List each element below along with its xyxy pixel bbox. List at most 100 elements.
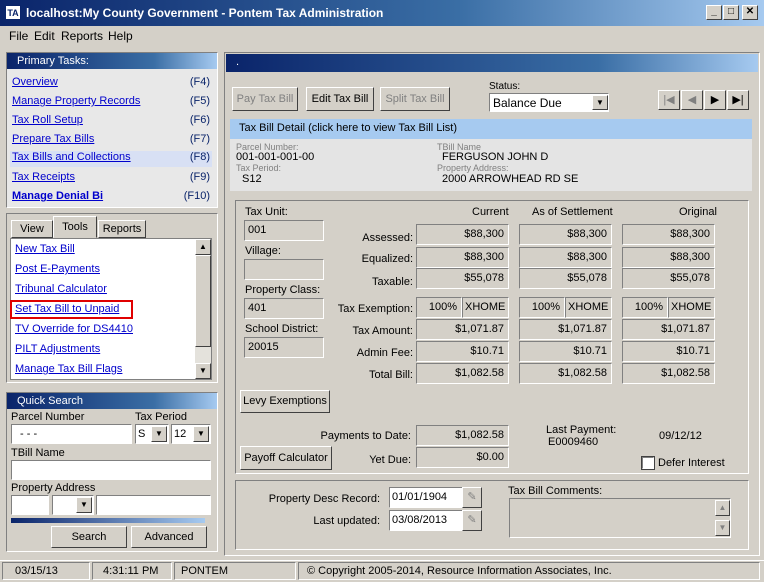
task-prepare-tax-bills[interactable]: Prepare Tax Bills (F7) [12, 133, 210, 149]
village-field [244, 259, 324, 280]
school-district-label: School District: [245, 323, 319, 335]
status-time: 4:31:11 PM [92, 562, 172, 580]
tab-view[interactable]: View [11, 220, 53, 238]
col-header-current: Current [472, 206, 509, 218]
tax-bill-comments-label: Tax Bill Comments: [508, 485, 603, 497]
tax-unit-label: Tax Unit: [245, 206, 288, 218]
payments-to-date-value: $1,082.58 [416, 425, 509, 446]
scroll-down-icon[interactable]: ▼ [195, 363, 211, 379]
first-record-icon[interactable]: |◀ [658, 90, 680, 110]
status-select[interactable]: Balance Due [489, 93, 609, 112]
tool-new-tax-bill[interactable]: New Tax Bill [15, 243, 195, 259]
scroll-down-icon[interactable]: ▼ [715, 520, 730, 536]
property-class-field: 401 [244, 298, 324, 319]
split-tax-bill-button[interactable]: Split Tax Bill [380, 87, 450, 111]
tbill-name-value: FERGUSON JOHN D [442, 151, 549, 163]
col-header-settlement: As of Settlement [532, 206, 613, 218]
next-record-icon[interactable]: ▶ [704, 90, 726, 110]
parcel-number-label: Parcel Number [11, 411, 85, 423]
street-name-input[interactable] [96, 495, 211, 515]
levy-exemptions-button[interactable]: Levy Exemptions [240, 390, 330, 413]
address-number-input[interactable] [11, 495, 49, 515]
advanced-button[interactable]: Advanced [131, 526, 207, 548]
minimize-icon[interactable]: _ [706, 5, 722, 20]
yet-due-value: $0.00 [416, 447, 509, 468]
tool-tribunal-calculator[interactable]: Tribunal Calculator [15, 283, 195, 299]
task-manage-denial-bills[interactable]: Manage Denial Bi (F10) [12, 190, 210, 206]
assessed-current: $88,300 [416, 224, 509, 245]
tax-bill-detail-header[interactable]: Tax Bill Detail (click here to view Tax … [230, 119, 752, 139]
tbill-name-label: TBill Name [11, 447, 65, 459]
property-address-label: Property Address [11, 482, 96, 494]
progress-bar [11, 518, 205, 523]
edit-note-icon[interactable]: ✎ [462, 510, 482, 531]
yet-due-label: Yet Due: [369, 454, 411, 466]
task-tax-receipts[interactable]: Tax Receipts (F9) [12, 171, 210, 187]
property-address-caption: Property Address: [437, 163, 509, 173]
chevron-down-icon[interactable]: ▼ [76, 497, 92, 513]
tbill-name-input[interactable] [11, 460, 211, 480]
tool-manage-tax-bill-flags[interactable]: Manage Tax Bill Flags [15, 363, 195, 379]
property-class-label: Property Class: [245, 284, 321, 296]
menu-reports[interactable]: Reports [61, 29, 103, 43]
pay-tax-bill-button[interactable]: Pay Tax Bill [232, 87, 298, 111]
tab-reports[interactable]: Reports [98, 220, 146, 238]
property-desc-record-field[interactable]: 01/01/1904 [389, 487, 463, 508]
total-bill-original: $1,082.58 [622, 363, 715, 384]
last-payment-label: Last Payment: [546, 424, 617, 436]
payoff-calculator-button[interactable]: Payoff Calculator [240, 446, 332, 470]
school-district-field: 20015 [244, 337, 324, 358]
chevron-down-icon[interactable]: ▼ [193, 426, 209, 442]
defer-interest-checkbox[interactable] [641, 456, 655, 470]
tools-scrollbar[interactable]: ▲ ▼ [195, 239, 211, 379]
equalized-label: Equalized: [361, 253, 413, 265]
last-payment-date: 09/12/12 [659, 430, 702, 442]
task-tax-roll-setup[interactable]: Tax Roll Setup (F6) [12, 114, 210, 130]
tax-unit-field: 001 [244, 220, 324, 241]
tool-pilt-adjustments[interactable]: PILT Adjustments [15, 343, 195, 359]
menu-bar: File Edit Reports Help [0, 26, 764, 46]
task-manage-property-records[interactable]: Manage Property Records (F5) [12, 95, 210, 111]
tax-bill-comments-field[interactable] [509, 498, 731, 538]
assessed-original: $88,300 [622, 224, 715, 245]
last-updated-field[interactable]: 03/08/2013 [389, 510, 463, 531]
app-logo-icon: TA [5, 5, 21, 20]
task-tax-bills-and-collections[interactable]: Tax Bills and Collections (F8) [10, 151, 212, 167]
defer-interest-label: Defer Interest [658, 457, 725, 469]
tab-tools[interactable]: Tools [53, 216, 97, 238]
edit-tax-bill-button[interactable]: Edit Tax Bill [306, 87, 374, 111]
exemption-code-original: XHOME [668, 297, 715, 318]
edit-note-icon[interactable]: ✎ [462, 487, 482, 508]
window-title-bar[interactable]: TA localhost:My County Government - Pont… [0, 0, 764, 26]
tax-period-label: Tax Period [135, 411, 187, 423]
tool-set-tax-bill-to-unpaid[interactable]: Set Tax Bill to Unpaid [15, 303, 195, 319]
tax-amount-current: $1,071.87 [416, 319, 509, 340]
menu-help[interactable]: Help [108, 29, 133, 43]
chevron-down-icon[interactable]: ▼ [592, 95, 608, 110]
admin-fee-label: Admin Fee: [356, 347, 413, 359]
maximize-icon[interactable]: □ [723, 5, 739, 20]
window-title: localhost:My County Government - Pontem … [26, 6, 384, 20]
taxable-current: $55,078 [416, 268, 509, 289]
total-bill-label: Total Bill: [368, 369, 413, 381]
equalized-settlement: $88,300 [519, 247, 612, 268]
search-button[interactable]: Search [51, 526, 127, 548]
status-user: PONTEM [174, 562, 296, 580]
parcel-number-value: 001-001-001-00 [236, 151, 315, 163]
task-overview[interactable]: Overview (F4) [12, 76, 210, 92]
previous-record-icon[interactable]: ◀ [681, 90, 703, 110]
scroll-thumb[interactable] [195, 255, 211, 347]
close-icon[interactable]: ✕ [742, 5, 758, 20]
tool-tv-override[interactable]: TV Override for DS4410 [15, 323, 195, 339]
menu-edit[interactable]: Edit [34, 29, 55, 43]
scroll-up-icon[interactable]: ▲ [715, 500, 730, 516]
property-desc-record-label: Property Desc Record: [268, 493, 380, 505]
total-bill-current: $1,082.58 [416, 363, 509, 384]
scroll-up-icon[interactable]: ▲ [195, 239, 211, 255]
chevron-down-icon[interactable]: ▼ [151, 426, 167, 442]
tool-post-e-payments[interactable]: Post E-Payments [15, 263, 195, 279]
taxable-label: Taxable: [372, 276, 413, 288]
menu-file[interactable]: File [9, 29, 28, 43]
last-record-icon[interactable]: ▶| [727, 90, 749, 110]
parcel-number-input[interactable]: - - - [11, 424, 132, 444]
